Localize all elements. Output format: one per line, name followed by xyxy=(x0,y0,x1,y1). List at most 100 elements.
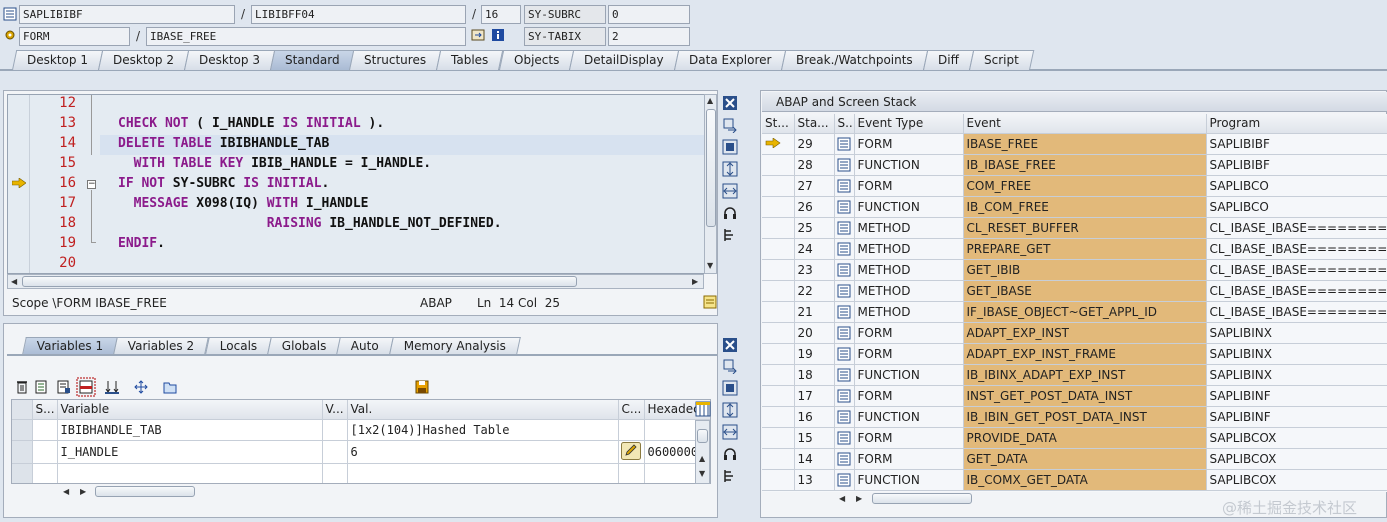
close-icon[interactable] xyxy=(722,95,738,111)
collapse-toggle[interactable]: − xyxy=(87,180,96,189)
stack-row[interactable]: 21 METHOD IF_IBASE_OBJECT~GET_APPL_ID CL_IB… xyxy=(762,301,1387,323)
tab-desktop-3[interactable]: Desktop 3 xyxy=(183,50,276,70)
tab-globals[interactable]: Globals xyxy=(266,337,342,355)
event-name[interactable]: ADAPT_EXP_INST_FRAME xyxy=(963,343,1207,365)
stack-row[interactable]: 26 FUNCTION IB_COM_FREE SAPLIBCO xyxy=(762,196,1387,218)
event-name[interactable]: IBASE_FREE xyxy=(963,133,1207,155)
event-name[interactable]: IF_IBASE_OBJECT~GET_APPL_ID xyxy=(963,301,1207,323)
headset-icon[interactable] xyxy=(722,446,738,462)
list-icon[interactable] xyxy=(34,379,50,395)
tab-locals[interactable]: Locals xyxy=(204,337,272,355)
col-status[interactable]: S... xyxy=(32,400,58,420)
tab-detaildisplay[interactable]: DetailDisplay xyxy=(569,50,679,70)
maximize-icon[interactable] xyxy=(722,139,738,155)
block-name-field[interactable]: IBASE_FREE xyxy=(146,27,466,46)
swap-tool-icon[interactable] xyxy=(722,117,738,133)
col-v[interactable]: V... xyxy=(322,400,348,420)
col-program[interactable]: Program xyxy=(1206,114,1387,134)
maximize-icon[interactable] xyxy=(722,380,738,396)
tools-icon[interactable] xyxy=(722,468,738,484)
event-name[interactable]: GET_DATA xyxy=(963,448,1207,470)
table-row[interactable] xyxy=(12,463,710,483)
event-name[interactable]: PREPARE_GET xyxy=(963,238,1207,260)
tab-variables-2[interactable]: Variables 2 xyxy=(113,337,210,355)
sort-icon[interactable] xyxy=(104,379,120,395)
tab-desktop-1[interactable]: Desktop 1 xyxy=(12,50,104,70)
stack-row[interactable]: 17 FORM INST_GET_POST_DATA_INST SAPLIBINF xyxy=(762,385,1387,407)
stack-row[interactable]: 24 METHOD PREPARE_GET CL_IBASE_IBASE=======… xyxy=(762,238,1387,260)
tab-variables-1[interactable]: Variables 1 xyxy=(22,337,119,355)
document-icon[interactable] xyxy=(56,379,72,395)
expand-vertical-icon[interactable] xyxy=(722,161,738,177)
stack-row[interactable]: 14 FORM GET_DATA SAPLIBCOX xyxy=(762,448,1387,470)
table-row[interactable]: I_HANDLE 6 0600000 xyxy=(12,440,710,464)
folder-icon[interactable] xyxy=(162,379,178,395)
col-event-type[interactable]: Event Type xyxy=(854,114,964,134)
row-selector[interactable] xyxy=(12,419,33,441)
table-row[interactable]: IBIBHANDLE_TAB [1x2(104)]Hashed Table xyxy=(12,419,710,441)
stack-row[interactable]: 29 FORM IBASE_FREE SAPLIBIBF xyxy=(762,133,1387,155)
navigate-icon[interactable] xyxy=(471,28,485,42)
scroll-thumb[interactable] xyxy=(697,429,708,443)
tools-icon[interactable] xyxy=(722,227,738,243)
tab-script[interactable]: Script xyxy=(968,50,1034,70)
event-name[interactable]: IB_IBINX_ADAPT_EXP_INST xyxy=(963,364,1207,386)
scroll-thumb[interactable] xyxy=(872,493,972,504)
event-name[interactable]: COM_FREE xyxy=(963,175,1207,197)
scroll-thumb[interactable] xyxy=(22,276,577,287)
save-icon[interactable] xyxy=(414,379,430,395)
col-stack-level[interactable]: Sta... xyxy=(794,114,835,134)
event-name[interactable]: CL_RESET_BUFFER xyxy=(963,217,1207,239)
event-name[interactable]: IB_COM_FREE xyxy=(963,196,1207,218)
col-s[interactable]: S... xyxy=(834,114,855,134)
variables-vertical-scrollbar[interactable]: ▲ ▼ xyxy=(695,420,710,484)
row-selector[interactable] xyxy=(12,463,33,483)
stack-row[interactable]: 20 FORM ADAPT_EXP_INST SAPLIBINX xyxy=(762,322,1387,344)
scroll-thumb[interactable] xyxy=(95,486,195,497)
event-name[interactable]: INST_GET_POST_DATA_INST xyxy=(963,385,1207,407)
line-number-field[interactable]: 16 xyxy=(481,5,521,24)
event-name[interactable]: PROVIDE_DATA xyxy=(963,427,1207,449)
variable-value[interactable]: [1x2(104)]Hashed Table xyxy=(347,419,619,441)
scroll-thumb[interactable] xyxy=(706,109,716,227)
stack-row[interactable]: 28 FUNCTION IB_IBASE_FREE SAPLIBIBF xyxy=(762,154,1387,176)
stack-row[interactable]: 15 FORM PROVIDE_DATA SAPLIBCOX xyxy=(762,427,1387,449)
event-name[interactable]: IB_IBIN_GET_POST_DATA_INST xyxy=(963,406,1207,428)
delete-icon[interactable] xyxy=(14,379,30,395)
variable-value[interactable]: 6 xyxy=(347,440,619,464)
tab-objects[interactable]: Objects xyxy=(498,50,575,70)
tab-structures[interactable]: Structures xyxy=(349,50,442,70)
event-name[interactable]: IB_COMX_GET_DATA xyxy=(963,469,1207,491)
move-icon[interactable] xyxy=(133,379,149,395)
stack-row[interactable]: 19 FORM ADAPT_EXP_INST_FRAME SAPLIBINX xyxy=(762,343,1387,365)
col-event[interactable]: Event xyxy=(963,114,1207,134)
col-value[interactable]: Val. xyxy=(347,400,619,420)
stack-row[interactable]: 13 FUNCTION IB_COMX_GET_DATA SAPLIBCOX xyxy=(762,469,1387,491)
table-icon[interactable] xyxy=(76,377,96,397)
col-variable[interactable]: Variable xyxy=(57,400,323,420)
editor-vertical-scrollbar[interactable]: ▲ ▼ xyxy=(704,94,717,274)
swap-tool-icon[interactable] xyxy=(722,358,738,374)
variable-name[interactable]: IBIBHANDLE_TAB xyxy=(57,419,323,441)
notes-icon[interactable] xyxy=(703,295,717,309)
stack-row[interactable]: 27 FORM COM_FREE SAPLIBCO xyxy=(762,175,1387,197)
stack-row[interactable]: 22 METHODGET_IBASECL_IBASE_IBASE=========… xyxy=(762,280,1387,302)
source-editor[interactable]: − 12 13 14 15 16 17 18 19 20 CHECK NOT (… xyxy=(7,94,705,274)
tab-memory-analysis[interactable]: Memory Analysis xyxy=(389,337,522,355)
subrc-value[interactable]: 0 xyxy=(608,5,690,24)
edit-cell[interactable] xyxy=(618,440,645,464)
tab-auto[interactable]: Auto xyxy=(336,337,395,355)
include-field[interactable]: LIBIBFF04 xyxy=(251,5,466,24)
event-name[interactable]: GET_IBASE xyxy=(963,280,1207,302)
tab-desktop-2[interactable]: Desktop 2 xyxy=(97,50,190,70)
headset-icon[interactable] xyxy=(722,205,738,221)
stack-row[interactable]: 23 METHODGET_IBIBCL_IBASE_IBASE========== xyxy=(762,259,1387,281)
stack-row[interactable]: 16 FUNCTION IB_IBIN_GET_POST_DATA_INST SAPL… xyxy=(762,406,1387,428)
tab-standard[interactable]: Standard xyxy=(269,50,355,70)
event-name[interactable]: IB_IBASE_FREE xyxy=(963,154,1207,176)
column-layout-icon[interactable] xyxy=(695,401,711,417)
variable-name[interactable]: I_HANDLE xyxy=(57,440,323,464)
row-selector[interactable] xyxy=(12,440,33,464)
tabix-value[interactable]: 2 xyxy=(608,27,690,46)
col-c[interactable]: C... xyxy=(618,400,645,420)
